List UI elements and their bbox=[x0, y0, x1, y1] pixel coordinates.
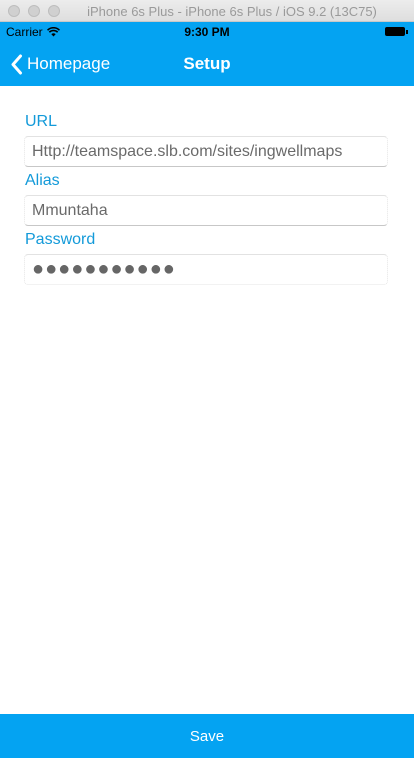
password-field[interactable] bbox=[24, 254, 388, 285]
battery-icon bbox=[385, 27, 408, 36]
alias-field[interactable] bbox=[24, 195, 388, 226]
url-group: URL bbox=[24, 108, 388, 167]
navigation-bar: Homepage Setup bbox=[0, 42, 414, 86]
status-time: 9:30 PM bbox=[184, 25, 230, 39]
save-button[interactable]: Save bbox=[0, 714, 414, 758]
url-field[interactable] bbox=[24, 136, 388, 167]
password-label: Password bbox=[25, 231, 96, 248]
alias-label: Alias bbox=[25, 172, 60, 189]
simulator-title: iPhone 6s Plus - iPhone 6s Plus / iOS 9.… bbox=[87, 4, 377, 19]
url-label: URL bbox=[25, 113, 58, 130]
simulator-titlebar: iPhone 6s Plus - iPhone 6s Plus / iOS 9.… bbox=[0, 0, 414, 22]
password-group: Password bbox=[24, 226, 388, 285]
status-bar: Carrier 9:30 PM bbox=[0, 22, 414, 42]
alias-group: Alias bbox=[24, 167, 388, 226]
setup-form: URL Alias Password bbox=[24, 108, 388, 285]
page-title: Setup bbox=[183, 54, 231, 73]
